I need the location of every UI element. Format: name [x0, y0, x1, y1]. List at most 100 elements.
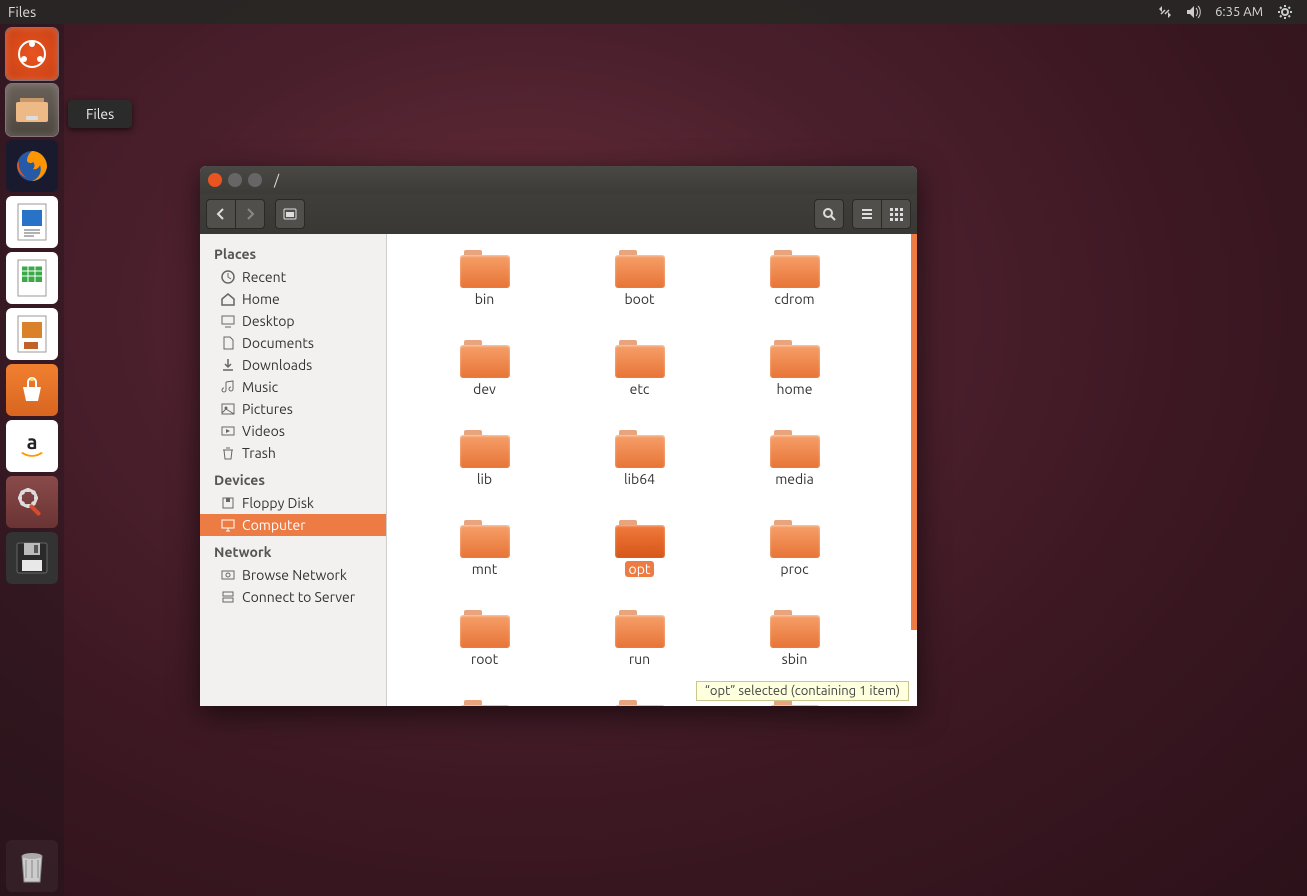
window-minimize-button[interactable] — [228, 173, 242, 187]
window-close-button[interactable] — [208, 173, 222, 187]
launcher-trash[interactable] — [6, 840, 58, 892]
window-title: / — [274, 172, 279, 188]
sidebar-item-label: Downloads — [242, 357, 312, 373]
folder-proc[interactable]: proc — [717, 520, 872, 610]
sidebar-item-home[interactable]: Home — [200, 288, 386, 310]
search-button[interactable] — [814, 199, 844, 229]
folder-label: bin — [471, 291, 499, 307]
launcher-impress[interactable] — [6, 308, 58, 360]
folder-mnt[interactable]: mnt — [407, 520, 562, 610]
folder-icon — [460, 340, 510, 378]
sidebar-item-music[interactable]: Music — [200, 376, 386, 398]
icon-view[interactable]: bin boot cdrom dev etc home lib lib64 media mntop… — [387, 234, 917, 706]
folder-cdrom[interactable]: cdrom — [717, 250, 872, 340]
files-window: / Places RecentHomeDesktopDocumentsDownl… — [200, 166, 917, 706]
forward-button[interactable] — [235, 199, 265, 229]
launcher-amazon[interactable]: a — [6, 420, 58, 472]
sidebar-heading-devices: Devices — [200, 468, 386, 492]
sidebar-item-label: Browse Network — [242, 567, 347, 583]
selection-status: “opt” selected (containing 1 item) — [696, 681, 909, 701]
sound-icon[interactable] — [1183, 2, 1203, 22]
gear-icon[interactable] — [1275, 2, 1295, 22]
launcher-dash[interactable] — [6, 28, 58, 80]
sidebar-item-recent[interactable]: Recent — [200, 266, 386, 288]
folder-label: etc — [626, 381, 654, 397]
server-icon — [220, 589, 236, 605]
folder-label: root — [467, 651, 502, 667]
sidebar-item-pictures[interactable]: Pictures — [200, 398, 386, 420]
video-icon — [220, 423, 236, 439]
folder-bin[interactable]: bin — [407, 250, 562, 340]
folder-icon — [770, 250, 820, 288]
window-maximize-button[interactable] — [248, 173, 262, 187]
folder-dev[interactable]: dev — [407, 340, 562, 430]
launcher-settings[interactable] — [6, 476, 58, 528]
launcher-calc[interactable] — [6, 252, 58, 304]
folder-lib[interactable]: lib — [407, 430, 562, 520]
title-bar[interactable]: / — [200, 166, 917, 194]
folder-label: home — [773, 381, 817, 397]
clock[interactable]: 6:35 AM — [1215, 5, 1263, 19]
folder-root[interactable]: root — [407, 610, 562, 700]
folder-etc[interactable]: etc — [562, 340, 717, 430]
folder-home[interactable]: home — [717, 340, 872, 430]
music-icon — [220, 379, 236, 395]
list-view-button[interactable] — [852, 199, 882, 229]
folder-icon — [770, 430, 820, 468]
active-app-name[interactable]: Files — [8, 4, 36, 20]
home-icon — [220, 291, 236, 307]
launcher-tooltip: Files — [68, 100, 132, 128]
folder-icon — [460, 700, 510, 706]
folder-srv[interactable]: srv — [407, 700, 562, 706]
launcher-software-center[interactable] — [6, 364, 58, 416]
folder-media[interactable]: media — [717, 430, 872, 520]
launcher-files[interactable] — [6, 84, 58, 136]
folder-opt[interactable]: opt — [562, 520, 717, 610]
path-root-button[interactable] — [275, 199, 305, 229]
launcher-writer[interactable] — [6, 196, 58, 248]
sidebar-item-documents[interactable]: Documents — [200, 332, 386, 354]
folder-label: dev — [469, 381, 500, 397]
scrollbar[interactable] — [911, 234, 917, 630]
network-icon[interactable] — [1155, 2, 1175, 22]
folder-icon — [460, 610, 510, 648]
folder-sys[interactable]: sys — [562, 700, 717, 706]
folder-label: lib — [473, 471, 496, 487]
folder-label: boot — [620, 291, 658, 307]
sidebar-item-label: Desktop — [242, 313, 295, 329]
folder-icon — [615, 340, 665, 378]
sidebar-item-downloads[interactable]: Downloads — [200, 354, 386, 376]
launcher-firefox[interactable] — [6, 140, 58, 192]
sidebar-item-browse-network[interactable]: Browse Network — [200, 564, 386, 586]
folder-icon — [615, 610, 665, 648]
grid-view-button[interactable] — [881, 199, 911, 229]
toolbar — [200, 194, 917, 234]
sidebar-item-connect-to-server[interactable]: Connect to Server — [200, 586, 386, 608]
launcher-floppy[interactable] — [6, 532, 58, 584]
sidebar-item-trash[interactable]: Trash — [200, 442, 386, 464]
sidebar-item-label: Videos — [242, 423, 285, 439]
sidebar-item-videos[interactable]: Videos — [200, 420, 386, 442]
launcher: a — [0, 24, 64, 896]
sidebar-item-label: Trash — [242, 445, 276, 461]
sidebar-item-label: Home — [242, 291, 280, 307]
browse-icon — [220, 567, 236, 583]
folder-lib64[interactable]: lib64 — [562, 430, 717, 520]
folder-label: lib64 — [620, 471, 659, 487]
sidebar-item-floppy-disk[interactable]: Floppy Disk — [200, 492, 386, 514]
back-button[interactable] — [206, 199, 236, 229]
folder-run[interactable]: run — [562, 610, 717, 700]
folder-icon — [770, 610, 820, 648]
sidebar-item-desktop[interactable]: Desktop — [200, 310, 386, 332]
folder-label: proc — [776, 561, 812, 577]
sidebar-heading-network: Network — [200, 540, 386, 564]
folder-boot[interactable]: boot — [562, 250, 717, 340]
clock-icon — [220, 269, 236, 285]
menu-bar: Files 6:35 AM — [0, 0, 1307, 24]
folder-icon — [770, 520, 820, 558]
folder-icon — [770, 340, 820, 378]
sidebar-item-computer[interactable]: Computer — [200, 514, 386, 536]
trash-icon — [220, 445, 236, 461]
folder-icon — [615, 520, 665, 558]
folder-icon — [460, 430, 510, 468]
